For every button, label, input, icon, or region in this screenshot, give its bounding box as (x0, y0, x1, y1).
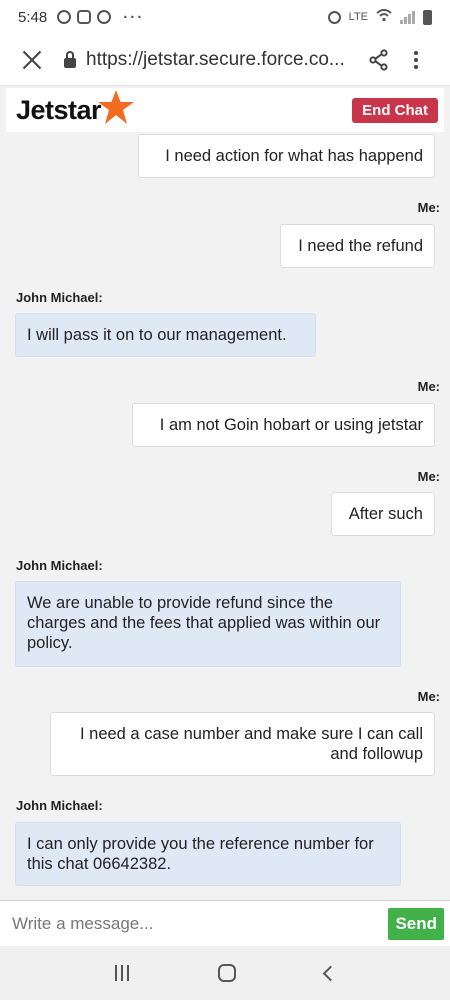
send-button[interactable]: Send (388, 907, 444, 940)
chat-message: I am not Goin hobart or using jetstar (132, 403, 435, 447)
lte-indicator: LTE (348, 11, 368, 23)
status-time: 5:48 (18, 8, 48, 26)
close-icon[interactable] (18, 46, 46, 74)
sender-label: John Michael: (16, 290, 103, 305)
home-icon[interactable] (217, 964, 236, 982)
sender-label: Me: (417, 379, 440, 394)
message-row: John Michael: (6, 290, 444, 305)
url-text[interactable]: https://jetstar.secure.force.co... (86, 49, 354, 71)
sender-label: Me: (417, 200, 440, 215)
overflow-menu-icon[interactable] (414, 50, 418, 69)
more-notifications-icon: ··· (123, 8, 145, 26)
share-icon[interactable] (368, 48, 390, 71)
wifi-icon (376, 9, 392, 25)
end-chat-button[interactable]: End Chat (352, 97, 438, 123)
status-bar: 5:48 ··· LTE (0, 0, 450, 34)
lock-icon (64, 50, 76, 68)
chat-header: Jetstar End Chat (6, 88, 444, 132)
sender-label: Me: (417, 689, 440, 704)
chat-message: After such (331, 492, 435, 536)
back-icon[interactable] (322, 965, 338, 981)
chat-message: I need action for what has happend (138, 134, 435, 178)
browser-url-bar: https://jetstar.secure.force.co... (0, 34, 450, 86)
snapchat-icon (77, 10, 92, 24)
brand-name: Jetstar (16, 94, 102, 125)
message-row: John Michael: (6, 558, 444, 573)
message-row: Me: (6, 689, 444, 704)
message-composer: Send (0, 900, 450, 946)
recent-apps-icon[interactable] (114, 965, 129, 981)
chat-message: I need the refund (280, 224, 435, 268)
alarm-icon (327, 10, 341, 24)
jetstar-logo: Jetstar (16, 90, 135, 126)
star-icon (98, 90, 135, 124)
message-row: John Michael: (6, 798, 444, 813)
battery-icon (423, 9, 432, 25)
sender-label: John Michael: (16, 798, 103, 813)
message-row: Me: (6, 469, 444, 484)
message-row: Me: (6, 379, 444, 394)
chat-message: I can only provide you the reference num… (15, 822, 401, 886)
chat-message: I will pass it on to our management. (15, 313, 316, 357)
whatsapp-icon (57, 10, 72, 24)
chat-message: I need a case number and make sure I can… (50, 712, 435, 776)
message-input[interactable] (12, 913, 389, 934)
app-notification-icon (97, 10, 112, 24)
system-nav-bar (0, 946, 450, 1000)
signal-icon (400, 10, 415, 24)
message-row: Me: (6, 200, 444, 215)
sender-label: Me: (417, 469, 440, 484)
chat-message: We are unable to provide refund since th… (15, 581, 401, 667)
sender-label: John Michael: (16, 558, 103, 573)
chat-log[interactable]: I need action for what has happend Me: I… (6, 132, 444, 900)
